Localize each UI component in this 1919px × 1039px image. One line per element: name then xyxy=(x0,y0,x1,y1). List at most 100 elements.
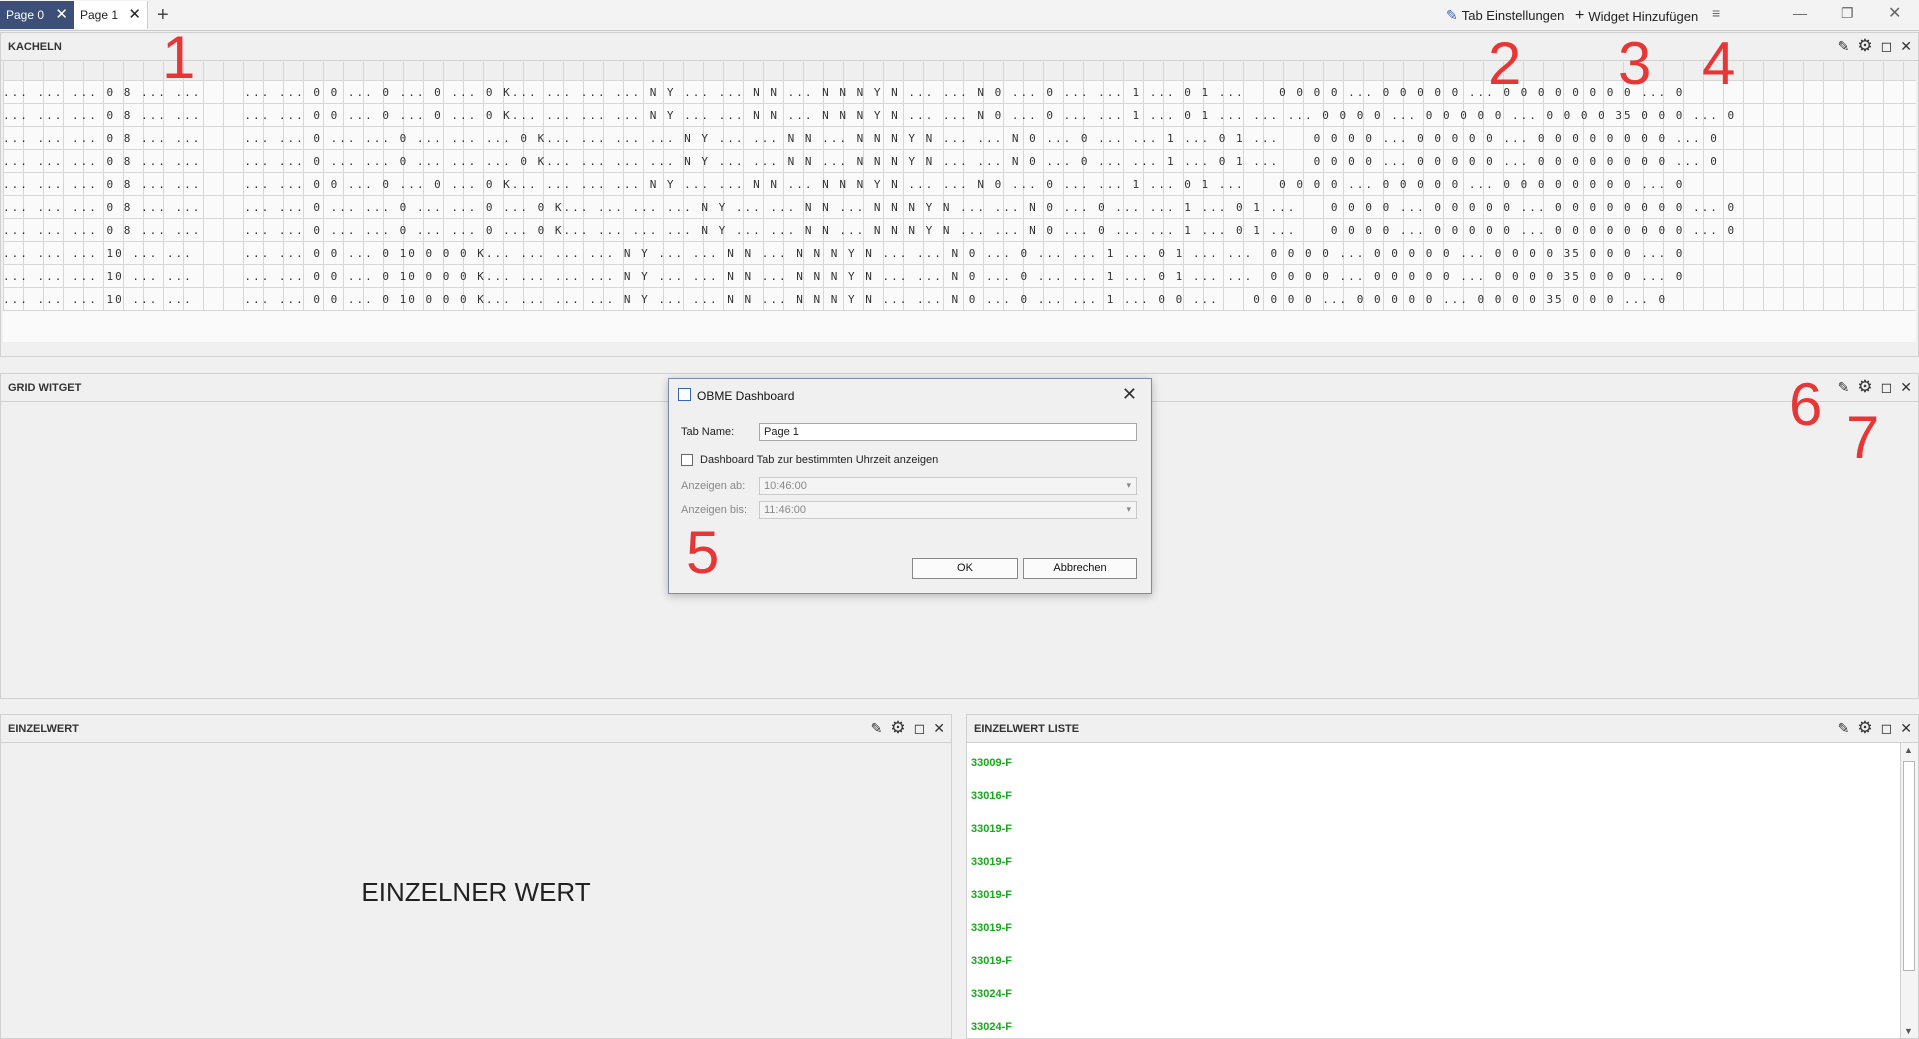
show-from-label: Anzeigen ab: xyxy=(681,480,746,492)
table-row-text: ... ... ... 0 8 ... ... ... ... 0 ... ..… xyxy=(3,201,1737,214)
table-row[interactable]: ... ... ... 0 8 ... ... ... ... 0 ... ..… xyxy=(3,196,1916,219)
table-row[interactable]: ... ... ... 0 8 ... ... ... ... 0 0 ... … xyxy=(3,173,1916,196)
table-row[interactable]: ... ... ... 0 8 ... ... ... ... 0 0 ... … xyxy=(3,104,1916,127)
close-icon[interactable]: ✕ xyxy=(1122,384,1137,405)
cancel-button[interactable]: Abbrechen xyxy=(1023,558,1137,579)
checkbox-label: Dashboard Tab zur bestimmten Uhrzeit anz… xyxy=(700,454,939,466)
table-row[interactable]: ... ... ... 0 8 ... ... ... ... 0 ... ..… xyxy=(3,150,1916,173)
close-icon[interactable]: ✕ xyxy=(933,720,945,736)
close-icon[interactable]: ✕ xyxy=(1900,379,1912,395)
tab-page-0[interactable]: Page 0 ✕ xyxy=(0,1,74,29)
ok-button[interactable]: OK xyxy=(912,558,1018,579)
list-item[interactable]: 33019-F xyxy=(971,922,1012,934)
annotation-6: 6 xyxy=(1789,371,1823,438)
menu-icon[interactable]: ≡ xyxy=(1712,5,1720,21)
gear-icon[interactable]: ⚙ xyxy=(1857,378,1872,395)
show-at-time-checkbox[interactable] xyxy=(681,454,693,466)
close-icon[interactable]: ✕ xyxy=(128,7,141,22)
table-row[interactable]: ... ... ... 10 ... ... ... ... 0 0 ... 0… xyxy=(3,242,1916,265)
list-item[interactable]: 33024-F xyxy=(971,988,1012,1000)
annotation-2: 2 xyxy=(1488,30,1522,97)
tab-label: Page 0 xyxy=(6,8,45,22)
list-item[interactable]: 33024-F xyxy=(971,1021,1012,1033)
minimize-icon[interactable]: — xyxy=(1793,5,1807,21)
tab-name-label: Tab Name: xyxy=(681,426,735,438)
panel-icons: ✎ ⚙ ◻ ✕ xyxy=(1838,37,1912,54)
app-icon xyxy=(678,388,691,401)
table-row-text: ... ... ... 10 ... ... ... ... 0 0 ... 0… xyxy=(3,293,1668,306)
tab-bar: Page 0 ✕ Page 1 ✕ + ✎ Tab Einstellungen … xyxy=(0,0,1919,31)
tab-page-1[interactable]: Page 1 ✕ xyxy=(74,1,148,29)
show-until-input[interactable]: 11:46:00 ▾ xyxy=(759,501,1137,519)
chevron-down-icon[interactable]: ▾ xyxy=(1126,480,1131,491)
show-until-label: Anzeigen bis: xyxy=(681,504,748,516)
annotation-1: 1 xyxy=(162,24,196,91)
close-icon[interactable]: ✕ xyxy=(1900,720,1912,736)
panel-icons: ✎ ⚙ ◻ ✕ xyxy=(871,719,945,736)
annotation-5: 5 xyxy=(686,519,720,586)
panel-icons: ✎ ⚙ ◻ ✕ xyxy=(1838,719,1912,736)
tab-settings-button[interactable]: ✎ Tab Einstellungen xyxy=(1446,7,1564,24)
list-item[interactable]: 33019-F xyxy=(971,889,1012,901)
list-item[interactable]: 33009-F xyxy=(971,757,1012,769)
restore-icon[interactable]: ❐ xyxy=(1841,5,1854,22)
chevron-down-icon[interactable]: ▾ xyxy=(1126,504,1131,515)
maximize-icon[interactable]: ◻ xyxy=(1881,379,1893,395)
scrollbar-thumb[interactable] xyxy=(1903,761,1915,971)
gear-icon[interactable]: ⚙ xyxy=(1857,719,1872,736)
panel-header: EINZELWERT ✎ ⚙ ◻ ✕ xyxy=(1,715,951,743)
maximize-icon[interactable]: ◻ xyxy=(1881,38,1893,54)
list-item[interactable]: 33019-F xyxy=(971,856,1012,868)
tab-settings-dialog: OBME Dashboard ✕ Tab Name: Page 1 Dashbo… xyxy=(668,378,1152,594)
annotation-4: 4 xyxy=(1702,30,1736,97)
list-item[interactable]: 33019-F xyxy=(971,955,1012,967)
panel-title: KACHELN xyxy=(8,41,62,53)
pencil-icon[interactable]: ✎ xyxy=(1838,38,1850,54)
table-row[interactable]: ... ... ... 10 ... ... ... ... 0 0 ... 0… xyxy=(3,288,1916,311)
panel-header: EINZELWERT LISTE ✎ ⚙ ◻ ✕ xyxy=(967,715,1918,743)
show-from-input[interactable]: 10:46:00 ▾ xyxy=(759,477,1137,495)
maximize-icon[interactable]: ◻ xyxy=(1881,720,1893,736)
value-list: 33009-F 33016-F 33019-F 33019-F 33019-F … xyxy=(967,743,1900,1038)
gear-icon[interactable]: ⚙ xyxy=(890,719,905,736)
table-row-text: ... ... ... 0 8 ... ... ... ... 0 ... ..… xyxy=(3,155,1719,168)
table-row-text: ... ... ... 0 8 ... ... ... ... 0 ... ..… xyxy=(3,224,1737,237)
pencil-icon: ✎ xyxy=(1446,7,1458,23)
list-item[interactable]: 33016-F xyxy=(971,790,1012,802)
gear-icon[interactable]: ⚙ xyxy=(1857,37,1872,54)
einzelwert-panel: EINZELWERT ✎ ⚙ ◻ ✕ EINZELNER WERT xyxy=(0,714,952,1039)
tab-label: Page 1 xyxy=(80,8,119,22)
pencil-icon[interactable]: ✎ xyxy=(1838,379,1850,395)
tab-name-input[interactable]: Page 1 xyxy=(759,423,1137,441)
table-row[interactable]: ... ... ... 0 8 ... ... ... ... 0 ... ..… xyxy=(3,219,1916,242)
vertical-scrollbar[interactable]: ▲ ▼ xyxy=(1900,743,1918,1038)
close-icon[interactable]: ✕ xyxy=(1900,38,1912,54)
panel-title: EINZELWERT LISTE xyxy=(974,723,1080,735)
table-row-text: ... ... ... 0 8 ... ... ... ... 0 ... ..… xyxy=(3,132,1719,145)
table-row-text: ... ... ... 10 ... ... ... ... 0 0 ... 0… xyxy=(3,247,1685,260)
table-row-text: ... ... ... 10 ... ... ... ... 0 0 ... 0… xyxy=(3,270,1685,283)
pencil-icon[interactable]: ✎ xyxy=(871,720,883,736)
panel-title: GRID WITGET xyxy=(8,382,82,394)
dialog-title: OBME Dashboard xyxy=(697,389,795,403)
panel-title: EINZELWERT xyxy=(8,723,79,735)
list-item[interactable]: 33019-F xyxy=(971,823,1012,835)
table-row[interactable]: ... ... ... 10 ... ... ... ... 0 0 ... 0… xyxy=(3,265,1916,288)
close-icon[interactable]: ✕ xyxy=(55,7,68,22)
table-row-text: ... ... ... 0 8 ... ... ... ... 0 0 ... … xyxy=(3,109,1737,122)
annotation-7: 7 xyxy=(1846,404,1880,471)
close-window-icon[interactable]: ✕ xyxy=(1888,3,1901,23)
maximize-icon[interactable]: ◻ xyxy=(914,720,926,736)
table-row-text: ... ... ... 0 8 ... ... ... ... 0 0 ... … xyxy=(3,178,1685,191)
plus-icon: + xyxy=(1575,7,1585,24)
single-value: EINZELNER WERT xyxy=(361,877,591,907)
scroll-down-icon[interactable]: ▼ xyxy=(1904,1026,1913,1036)
annotation-3: 3 xyxy=(1618,30,1652,97)
panel-icons: ✎ ⚙ ◻ ✕ xyxy=(1838,378,1912,395)
einzelwert-liste-panel: EINZELWERT LISTE ✎ ⚙ ◻ ✕ 33009-F 33016-F… xyxy=(966,714,1919,1039)
scroll-up-icon[interactable]: ▲ xyxy=(1904,745,1913,755)
add-widget-button[interactable]: + Widget Hinzufügen xyxy=(1575,7,1698,25)
kacheln-grid: ... ... ... 0 8 ... ... ... ... 0 0 ... … xyxy=(3,62,1916,342)
table-row[interactable]: ... ... ... 0 8 ... ... ... ... 0 ... ..… xyxy=(3,127,1916,150)
pencil-icon[interactable]: ✎ xyxy=(1838,720,1850,736)
